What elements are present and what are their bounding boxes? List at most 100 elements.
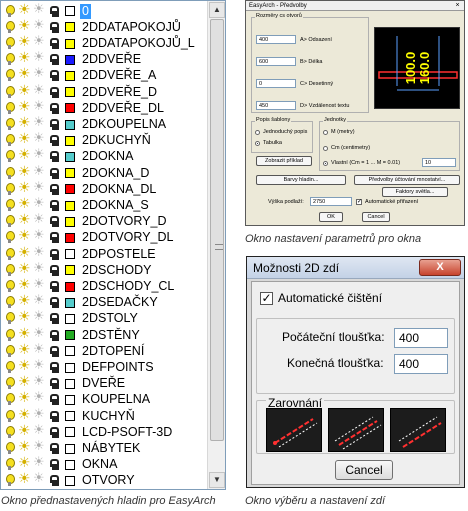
bulb-icon[interactable] — [3, 377, 16, 390]
viewport-freeze-icon[interactable] — [33, 261, 46, 277]
sun-icon[interactable] — [18, 228, 31, 244]
color-swatch[interactable] — [65, 200, 75, 211]
color-swatch[interactable] — [65, 168, 75, 179]
layer-row[interactable]: DVEŘE — [1, 374, 207, 392]
viewport-freeze-icon[interactable] — [33, 277, 46, 293]
layer-row[interactable]: 2DOKNA_S — [1, 196, 207, 213]
viewport-freeze-icon[interactable] — [33, 147, 46, 163]
scroll-up-arrow-icon[interactable]: ▲ — [209, 2, 225, 18]
color-swatch[interactable] — [65, 54, 75, 65]
bulb-icon[interactable] — [3, 425, 16, 439]
lock-icon[interactable] — [48, 474, 61, 487]
color-swatch[interactable] — [65, 346, 75, 357]
bulb-icon[interactable] — [3, 118, 16, 131]
viewport-freeze-icon[interactable] — [33, 164, 46, 180]
bulb-icon[interactable] — [3, 263, 16, 277]
bulb-icon[interactable] — [3, 344, 16, 358]
layer-row[interactable]: 2DOTVORY_D — [1, 212, 207, 230]
lock-icon[interactable] — [48, 150, 61, 163]
color-swatch[interactable] — [65, 411, 75, 422]
sun-icon[interactable] — [18, 293, 31, 309]
ok-button[interactable]: OK — [319, 212, 343, 222]
layer-row[interactable]: 2DSTĚNY — [1, 326, 207, 343]
bulb-icon[interactable] — [3, 215, 16, 228]
sun-icon[interactable] — [18, 66, 31, 82]
lock-icon[interactable] — [48, 21, 61, 34]
color-swatch[interactable] — [65, 475, 75, 486]
bulb-icon[interactable] — [3, 37, 16, 50]
layer-row[interactable]: 2DDVEŘE — [1, 50, 207, 68]
bulb-icon[interactable] — [3, 409, 16, 423]
viewport-freeze-icon[interactable] — [33, 455, 46, 471]
lock-icon[interactable] — [48, 167, 61, 180]
sun-icon[interactable] — [18, 83, 31, 99]
color-swatch[interactable] — [65, 22, 75, 33]
popis-table-radio[interactable] — [255, 141, 260, 146]
bulb-icon[interactable] — [3, 199, 16, 212]
floor-height-input[interactable]: 2750 — [310, 197, 352, 206]
sun-icon[interactable] — [18, 261, 31, 277]
lock-icon[interactable] — [48, 199, 61, 212]
bulb-icon[interactable] — [3, 474, 16, 487]
color-swatch[interactable] — [65, 87, 75, 98]
layer-row[interactable]: 0 — [1, 2, 207, 19]
color-swatch[interactable] — [65, 378, 75, 389]
viewport-freeze-icon[interactable] — [33, 439, 46, 455]
color-swatch[interactable] — [65, 362, 75, 373]
layer-row[interactable]: LCD-PSOFT-3D — [1, 423, 207, 440]
layer-row[interactable]: 2DSCHODY_CL — [1, 277, 207, 294]
color-swatch[interactable] — [65, 135, 75, 146]
layer-colors-button[interactable]: Barvy hladin... — [256, 175, 346, 185]
bulb-icon[interactable] — [3, 134, 16, 147]
color-swatch[interactable] — [65, 443, 75, 454]
sun-icon[interactable] — [18, 309, 31, 325]
scrollbar-thumb[interactable] — [210, 19, 224, 441]
layer-row[interactable]: 2DOTVORY_DL — [1, 228, 207, 246]
close-icon[interactable]: × — [453, 2, 462, 10]
bulb-icon[interactable] — [3, 85, 16, 99]
auto-clean-checkbox[interactable]: ✓ — [260, 292, 273, 305]
lock-icon[interactable] — [48, 231, 61, 244]
align-right-button[interactable] — [390, 408, 446, 452]
sun-icon[interactable] — [18, 374, 31, 390]
layer-list-scrollbar[interactable]: ▲ ▼ — [207, 1, 225, 489]
viewport-freeze-icon[interactable] — [33, 407, 46, 423]
lock-icon[interactable] — [48, 410, 61, 423]
layer-row[interactable]: 2DOKNA — [1, 147, 207, 165]
light-factors-button[interactable]: Faktory světla... — [382, 187, 448, 197]
color-swatch[interactable] — [65, 459, 75, 470]
bulb-icon[interactable] — [3, 231, 16, 244]
length-input[interactable]: 600 — [256, 57, 296, 66]
sun-icon[interactable] — [18, 50, 31, 66]
sun-icon[interactable] — [18, 212, 31, 228]
end-thickness-input[interactable]: 400 — [394, 354, 448, 374]
bulb-icon[interactable] — [3, 442, 16, 455]
scroll-down-arrow-icon[interactable]: ▼ — [209, 472, 225, 488]
close-icon[interactable]: X — [419, 259, 461, 276]
lock-icon[interactable] — [48, 361, 61, 374]
show-example-button[interactable]: Zobrazit příklad — [256, 156, 312, 166]
lock-icon[interactable] — [48, 426, 61, 439]
bulb-icon[interactable] — [3, 312, 16, 325]
decimal-input[interactable]: 0 — [256, 79, 296, 88]
bulb-icon[interactable] — [3, 150, 16, 163]
unit-custom-input[interactable]: 10 — [422, 158, 456, 167]
unit-custom-radio[interactable] — [323, 161, 328, 166]
layer-row[interactable]: 2DOKNA_DL — [1, 180, 207, 197]
color-swatch[interactable] — [65, 70, 75, 81]
sun-icon[interactable] — [18, 2, 31, 18]
lock-icon[interactable] — [48, 5, 61, 18]
presets-button[interactable]: Předvolby účtování mnostatví... — [354, 175, 460, 185]
layer-row[interactable]: 2DDATAPOKOJŮ_L — [1, 34, 207, 51]
sun-icon[interactable] — [18, 358, 31, 374]
color-swatch[interactable] — [65, 249, 75, 260]
bulb-icon[interactable] — [3, 69, 16, 82]
viewport-freeze-icon[interactable] — [33, 423, 46, 439]
lock-icon[interactable] — [48, 329, 61, 342]
sun-icon[interactable] — [18, 147, 31, 163]
lock-icon[interactable] — [48, 215, 61, 228]
sun-icon[interactable] — [18, 18, 31, 34]
color-swatch[interactable] — [65, 297, 75, 308]
layer-row[interactable]: 2DSEDAČKY — [1, 293, 207, 311]
offset-input[interactable]: 400 — [256, 35, 296, 44]
